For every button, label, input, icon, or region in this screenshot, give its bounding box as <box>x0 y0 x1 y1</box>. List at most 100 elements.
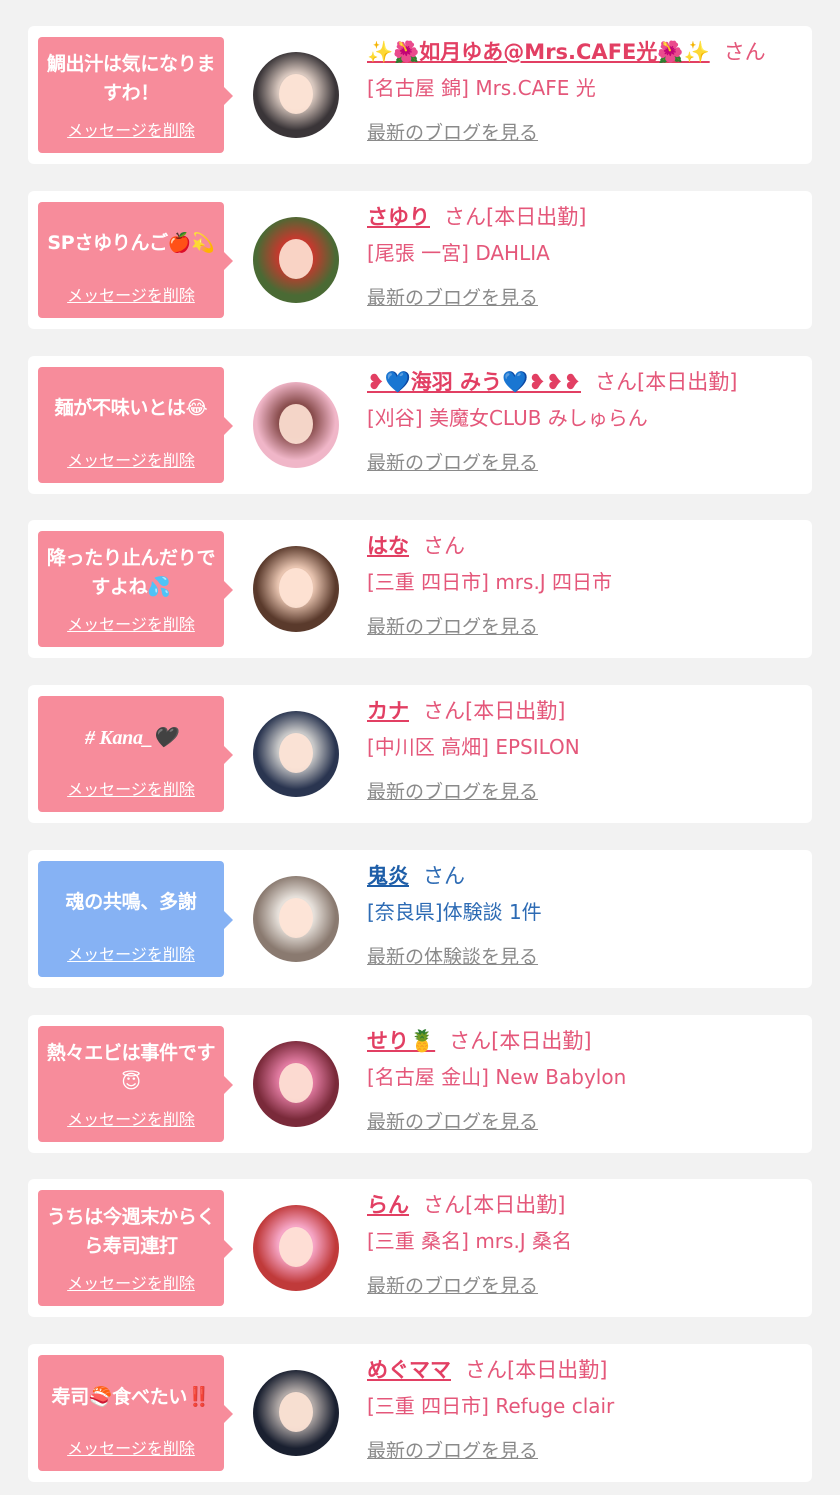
delete-message-link[interactable]: メッセージを削除 <box>38 447 224 471</box>
shop-label: [尾張 一宮] DAHLIA <box>367 240 550 265</box>
shop-label: [中川区 高畑] EPSILON <box>367 735 580 759</box>
profile-name-link[interactable]: ✨🌺如月ゆあ@Mrs.CAFE光🌺✨ <box>367 40 710 64</box>
avatar[interactable] <box>253 875 339 962</box>
message-bubble: 熱々エビは事件です😇 メッセージを削除 <box>38 1025 233 1142</box>
message-text: 降ったり止んだりですよね💦 <box>46 547 216 599</box>
avatar[interactable] <box>253 1205 339 1292</box>
message-bubble: 寿司🍣食べたい‼️ メッセージを削除 <box>38 1355 233 1471</box>
profile-info: せり🍍 さん[本日出勤] [名古屋 金山] New Babylon 最新のブログを… <box>367 1025 802 1134</box>
latest-blog-link[interactable]: 最新のブログを見る <box>367 1107 538 1134</box>
profile-info: めぐママ さん[本日出勤] [三重 四日市] Refuge clair 最新のブロ… <box>367 1354 802 1463</box>
name-suffix: さん[本日出勤] <box>595 369 738 394</box>
latest-blog-link[interactable]: 最新の体験談を見る <box>367 942 538 969</box>
profile-name-link[interactable]: せり🍍 <box>367 1029 435 1053</box>
avatar[interactable] <box>253 546 339 633</box>
name-suffix: さん <box>423 534 465 559</box>
message-card: うちは今週末からくら寿司連打 メッセージを削除 らん さん[本日出勤] [三重 桑… <box>28 1179 812 1318</box>
delete-message-link[interactable]: メッセージを削除 <box>38 1106 224 1130</box>
message-card: 降ったり止んだりですよね💦 メッセージを削除 はな さん [三重 四日市] mrs… <box>28 520 812 659</box>
delete-message-link[interactable]: メッセージを削除 <box>38 1270 224 1294</box>
name-suffix: さん[本日出勤] <box>423 699 566 723</box>
latest-blog-link[interactable]: 最新のブログを見る <box>367 448 538 475</box>
profile-name-link[interactable]: さゆり <box>367 205 430 229</box>
message-bubble: 麺が不味いとは😂 メッセージを削除 <box>38 366 233 483</box>
message-bubble: 降ったり止んだりですよね💦 メッセージを削除 <box>38 531 233 648</box>
name-suffix: さん[本日出勤] <box>465 1358 608 1382</box>
profile-info: ✨🌺如月ゆあ@Mrs.CAFE光🌺✨ さん [名古屋 錦] Mrs.CAFE 光 … <box>367 36 802 145</box>
avatar[interactable] <box>253 216 339 303</box>
latest-blog-link[interactable]: 最新のブログを見る <box>367 1436 538 1463</box>
message-card: 魂の共鳴、多謝 メッセージを削除 鬼炎 さん [奈良県]体験談 1件 最新の体験談… <box>28 849 812 988</box>
delete-message-link[interactable]: メッセージを削除 <box>38 1435 224 1459</box>
message-text: # Kana_🖤 <box>85 726 177 749</box>
shop-label: [三重 四日市] Refuge clair <box>367 1394 615 1418</box>
avatar[interactable] <box>253 1370 339 1456</box>
message-card: 熱々エビは事件です😇 メッセージを削除 せり🍍 さん[本日出勤] [名古屋 金山]… <box>28 1014 812 1153</box>
delete-message-link[interactable]: メッセージを削除 <box>38 611 224 635</box>
profile-info: 鬼炎 さん [奈良県]体験談 1件 最新の体験談を見る <box>367 860 802 969</box>
profile-info: カナ さん[本日出勤] [中川区 高畑] EPSILON 最新のブログを見る <box>367 695 802 804</box>
message-bubble: # Kana_🖤 メッセージを削除 <box>38 696 233 812</box>
message-text: 魂の共鳴、多謝 <box>65 891 197 914</box>
avatar-face <box>279 403 313 444</box>
avatar[interactable] <box>253 1040 339 1127</box>
message-text: 鯛出汁は気になりますわ！ <box>46 53 216 104</box>
message-bubble: 鯛出汁は気になりますわ！ メッセージを削除 <box>38 37 233 153</box>
name-suffix: さん[本日出勤] <box>444 204 587 229</box>
message-text: SPさゆりんご🍎💫 <box>47 232 215 255</box>
profile-name-link[interactable]: ❥💙海羽 みう💙❥❥❥ <box>367 370 581 394</box>
profile-name-link[interactable]: めぐママ <box>367 1358 451 1382</box>
message-text: 麺が不味いとは😂 <box>54 397 208 419</box>
profile-info: らん さん[本日出勤] [三重 桑名] mrs.J 桑名 最新のブログを見る <box>367 1189 802 1298</box>
profile-name-link[interactable]: 鬼炎 <box>367 864 409 888</box>
message-card: 寿司🍣食べたい‼️ メッセージを削除 めぐママ さん[本日出勤] [三重 四日市]… <box>28 1344 812 1482</box>
avatar-face <box>279 733 313 773</box>
name-suffix: さん[本日出勤] <box>449 1028 592 1053</box>
avatar[interactable] <box>253 381 339 468</box>
message-bubble: SPさゆりんご🍎💫 メッセージを削除 <box>38 201 233 318</box>
message-text: 熱々エビは事件です😇 <box>46 1041 216 1093</box>
latest-blog-link[interactable]: 最新のブログを見る <box>367 777 538 804</box>
profile-name-link[interactable]: らん <box>367 1193 409 1217</box>
shop-label: [奈良県]体験談 1件 <box>367 899 542 924</box>
message-card: SPさゆりんご🍎💫 メッセージを削除 さゆり さん[本日出勤] [尾張 一宮] D… <box>28 190 812 329</box>
avatar-face <box>279 238 313 279</box>
avatar-face <box>279 1392 313 1432</box>
avatar[interactable] <box>253 52 339 138</box>
profile-name-link[interactable]: カナ <box>367 699 409 723</box>
shop-label: [三重 桑名] mrs.J 桑名 <box>367 1229 573 1254</box>
latest-blog-link[interactable]: 最新のブログを見る <box>367 283 538 310</box>
profile-info: はな さん [三重 四日市] mrs.J 四日市 最新のブログを見る <box>367 530 802 639</box>
avatar-face <box>279 897 313 938</box>
delete-message-link[interactable]: メッセージを削除 <box>38 776 224 800</box>
latest-blog-link[interactable]: 最新のブログを見る <box>367 1271 538 1298</box>
latest-blog-link[interactable]: 最新のブログを見る <box>367 612 538 639</box>
profile-info: さゆり さん[本日出勤] [尾張 一宮] DAHLIA 最新のブログを見る <box>367 201 802 310</box>
message-card: 鯛出汁は気になりますわ！ メッセージを削除 ✨🌺如月ゆあ@Mrs.CAFE光🌺✨… <box>28 26 812 164</box>
avatar[interactable] <box>253 711 339 797</box>
message-card: # Kana_🖤 メッセージを削除 カナ さん[本日出勤] [中川区 高畑] EP… <box>28 685 812 823</box>
shop-label: [刈谷] 美魔女CLUB みしゅらん <box>367 405 648 430</box>
shop-label: [名古屋 金山] New Babylon <box>367 1064 627 1089</box>
avatar-face <box>279 1062 313 1103</box>
name-suffix: さん <box>423 863 465 888</box>
profile-name-link[interactable]: はな <box>367 534 409 558</box>
message-list: 鯛出汁は気になりますわ！ メッセージを削除 ✨🌺如月ゆあ@Mrs.CAFE光🌺✨… <box>0 0 840 1495</box>
message-text: うちは今週末からくら寿司連打 <box>46 1206 216 1258</box>
name-suffix: さん[本日出勤] <box>423 1193 566 1218</box>
profile-info: ❥💙海羽 みう💙❥❥❥ さん[本日出勤] [刈谷] 美魔女CLUB みしゅらん 最… <box>367 366 802 475</box>
avatar-face <box>279 1227 313 1268</box>
message-card: 麺が不味いとは😂 メッセージを削除 ❥💙海羽 みう💙❥❥❥ さん[本日出勤] [刈… <box>28 355 812 494</box>
name-suffix: さん <box>723 40 766 64</box>
latest-blog-link[interactable]: 最新のブログを見る <box>367 118 538 145</box>
avatar-face <box>279 568 313 609</box>
delete-message-link[interactable]: メッセージを削除 <box>38 941 224 965</box>
shop-label: [三重 四日市] mrs.J 四日市 <box>367 570 613 595</box>
delete-message-link[interactable]: メッセージを削除 <box>38 282 224 306</box>
message-text: 寿司🍣食べたい‼️ <box>51 1385 211 1408</box>
avatar-face <box>279 74 313 114</box>
shop-label: [名古屋 錦] Mrs.CAFE 光 <box>367 76 596 100</box>
message-bubble: 魂の共鳴、多謝 メッセージを削除 <box>38 860 233 977</box>
message-bubble: うちは今週末からくら寿司連打 メッセージを削除 <box>38 1190 233 1307</box>
delete-message-link[interactable]: メッセージを削除 <box>38 117 224 141</box>
